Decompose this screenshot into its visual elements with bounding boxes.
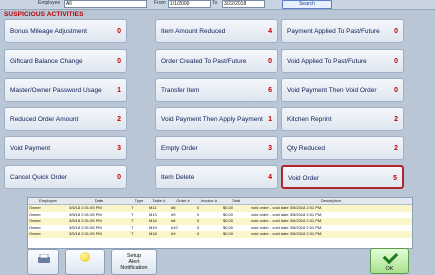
tile-item-delete[interactable]: Item Delete 4 <box>155 165 278 189</box>
tile-order-created-to-past-future[interactable]: Order Created To Past/Future 0 <box>155 49 278 73</box>
tile-void-payment[interactable]: Void Payment 3 <box>4 136 127 160</box>
cell-invoice: 0 <box>196 231 222 238</box>
activity-table[interactable]: Employee Date Type Table # Order # Invoi… <box>27 197 413 249</box>
tile-transfer-item[interactable]: Transfer Item 6 <box>155 78 278 102</box>
tile-label: Void Order <box>288 175 320 182</box>
tile-count: 4 <box>268 174 272 181</box>
printer-icon <box>38 254 50 263</box>
from-date-field[interactable]: 1/1/2000 <box>168 0 211 8</box>
tile-count: 6 <box>268 87 272 94</box>
tile-count: 0 <box>268 58 272 65</box>
tile-label: Void Applied To Past/Future <box>287 58 367 65</box>
tile-void-order[interactable]: Void Order 5 <box>281 165 404 189</box>
tile-bonus-mileage-adjustment[interactable]: Bonus Mileage Adjustment 0 <box>4 19 127 43</box>
table-row[interactable]: Owner 3/5/18 2:01:05 PM T M11 #8 0 $0.00… <box>28 204 412 212</box>
setup-alert-notification-button[interactable]: Setup Alert Notification <box>111 249 157 275</box>
tile-label: Bonus Mileage Adjustment <box>10 28 87 35</box>
tile-label: Qty Reduced <box>287 145 325 152</box>
alert-button[interactable] <box>65 249 105 275</box>
search-button[interactable]: Search <box>282 0 332 9</box>
tile-label: Payment Applied To Past/Future <box>287 28 380 35</box>
ok-label: OK <box>385 266 394 272</box>
setup-label-line3: Notification <box>120 265 148 271</box>
tile-qty-reduced[interactable]: Qty Reduced 2 <box>281 136 404 160</box>
to-date-field[interactable]: 3/22/2018 <box>222 0 265 8</box>
tile-count: 0 <box>394 58 398 65</box>
tile-count: 1 <box>268 116 272 123</box>
tile-empty-order[interactable]: Empty Order 3 <box>155 136 278 160</box>
print-button[interactable] <box>27 249 59 275</box>
tile-label: Reduced Order Amount <box>10 116 79 123</box>
employee-label: Employee <box>38 0 61 6</box>
tile-cancel-quick-order[interactable]: Cancel Quick Order 0 <box>4 165 127 189</box>
tile-label: Item Amount Reduced <box>161 28 226 35</box>
tile-void-payment-then-void-order[interactable]: Void Payment Then Void Order 0 <box>281 78 404 102</box>
tile-label: Item Delete <box>161 174 195 181</box>
from-label: From <box>154 0 166 6</box>
cell-total: $0.00 <box>222 231 250 238</box>
cell-order: #8 <box>170 204 196 212</box>
cell-employee: Owner <box>28 204 68 212</box>
tile-label: Order Created To Past/Future <box>161 58 247 65</box>
tile-label: Kitchen Reprint <box>287 116 332 123</box>
tile-label: Void Payment Then Void Order <box>287 87 377 94</box>
cell-type: T <box>130 204 148 212</box>
tile-count: 0 <box>117 28 121 35</box>
tile-count: 2 <box>394 116 398 123</box>
cell-table: M11 <box>148 204 170 212</box>
table-row[interactable]: Owner 3/5/18 2:01:05 PM T M18 #9 0 $0.00… <box>28 231 412 238</box>
cell-description: void order - void date 3/5/2018 2:01 PM, <box>250 231 412 238</box>
cell-date: 3/5/18 2:01:05 PM <box>68 231 130 238</box>
tile-count: 0 <box>117 58 121 65</box>
tile-count: 4 <box>268 28 272 35</box>
tile-count: 1 <box>117 87 121 94</box>
employee-select[interactable]: All <box>64 0 147 8</box>
section-title: SUSPICIOUS ACTIVITIES <box>4 11 84 18</box>
to-label: To <box>212 0 218 6</box>
tile-count: 2 <box>394 145 398 152</box>
tile-void-payment-then-apply-payment[interactable]: Void Payment Then Apply Payment 1 <box>155 107 278 131</box>
tile-label: Cancel Quick Order <box>10 174 68 181</box>
checkmark-icon <box>382 248 399 265</box>
tile-payment-applied-to-past-future[interactable]: Payment Applied To Past/Future 0 <box>281 19 404 43</box>
cell-description: void order - void date 3/5/2018 2:01 PM, <box>250 204 412 212</box>
tile-count: 0 <box>394 87 398 94</box>
tile-count: 0 <box>117 174 121 181</box>
tile-void-applied-to-past-future[interactable]: Void Applied To Past/Future 0 <box>281 49 404 73</box>
cell-table: M18 <box>148 231 170 238</box>
cell-total: $0.00 <box>222 204 250 212</box>
cell-invoice: 0 <box>196 204 222 212</box>
tile-label: Giftcard Balance Change <box>10 58 83 65</box>
tile-label: Transfer Item <box>161 87 200 94</box>
tile-count: 5 <box>393 175 397 182</box>
cell-order: #9 <box>170 231 196 238</box>
tile-label: Master/Owner Password Usage <box>10 87 102 94</box>
cell-type: T <box>130 231 148 238</box>
cell-employee: Owner <box>28 231 68 238</box>
tile-reduced-order-amount[interactable]: Reduced Order Amount 2 <box>4 107 127 131</box>
tile-label: Void Payment <box>10 145 51 152</box>
ok-button[interactable]: OK <box>370 248 409 274</box>
activity-grid: Bonus Mileage Adjustment 0 Item Amount R… <box>4 19 406 192</box>
tile-item-amount-reduced[interactable]: Item Amount Reduced 4 <box>155 19 278 43</box>
tile-label: Empty Order <box>161 145 198 152</box>
lightbulb-icon <box>80 252 90 262</box>
tile-count: 3 <box>268 145 272 152</box>
filter-bar: Employee All From 1/1/2000 To 3/22/2018 … <box>0 0 435 10</box>
tile-master-owner-password-usage[interactable]: Master/Owner Password Usage 1 <box>4 78 127 102</box>
tile-count: 3 <box>117 145 121 152</box>
tile-kitchen-reprint[interactable]: Kitchen Reprint 2 <box>281 107 404 131</box>
tile-giftcard-balance-change[interactable]: Giftcard Balance Change 0 <box>4 49 127 73</box>
tile-label: Void Payment Then Apply Payment <box>161 116 263 123</box>
tile-count: 0 <box>394 28 398 35</box>
cell-date: 3/5/18 2:01:05 PM <box>68 204 130 212</box>
tile-count: 2 <box>117 116 121 123</box>
